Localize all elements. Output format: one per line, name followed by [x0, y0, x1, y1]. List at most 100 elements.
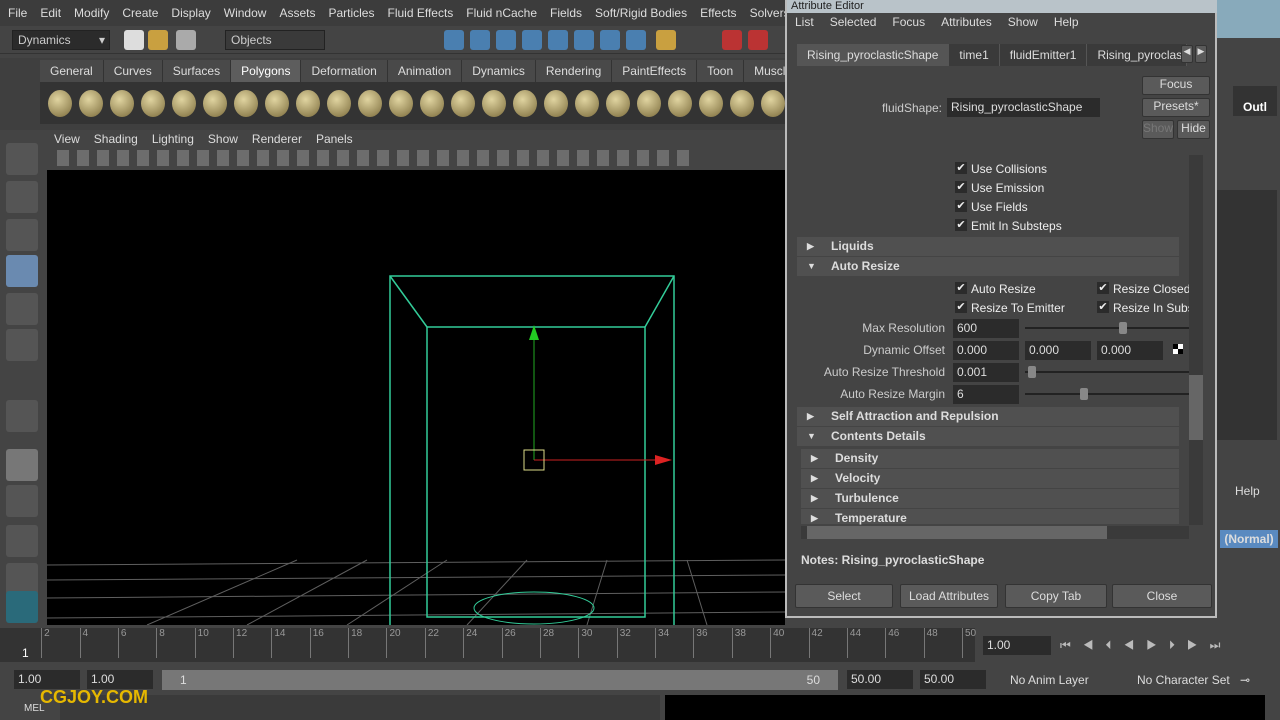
- select-tool-icon[interactable]: [6, 143, 38, 175]
- ae-menu-selected[interactable]: Selected: [830, 15, 877, 29]
- shelf-tab-general[interactable]: General: [40, 60, 104, 82]
- 3d-viewport[interactable]: [47, 170, 785, 625]
- load-attributes-button[interactable]: Load Attributes: [900, 584, 998, 608]
- new-scene-icon[interactable]: [124, 30, 144, 50]
- panel-menu-renderer[interactable]: Renderer: [252, 132, 302, 146]
- playback-controls[interactable]: ⏮◀⏴◀▶⏵▶⏭: [1060, 638, 1232, 653]
- channel-list[interactable]: [1217, 190, 1277, 440]
- section-density[interactable]: Density: [801, 449, 1179, 468]
- focus-button[interactable]: Focus: [1142, 76, 1210, 95]
- dynamic-offset-y-field[interactable]: 0.000: [1025, 341, 1091, 360]
- presets-button[interactable]: Presets*: [1142, 98, 1210, 117]
- poly-tool-icon[interactable]: [296, 89, 320, 117]
- poly-tool-icon[interactable]: [327, 89, 351, 117]
- ae-tab[interactable]: Rising_pyroclasticShape: [797, 44, 950, 66]
- poly-tool-icon[interactable]: [451, 89, 475, 117]
- show-button[interactable]: Show: [1142, 120, 1174, 139]
- threshold-field[interactable]: 0.001: [953, 363, 1019, 382]
- emit-in-substeps-checkbox[interactable]: Emit In Substeps: [955, 219, 1062, 233]
- vertical-scrollbar[interactable]: [1189, 155, 1203, 525]
- layout-single-icon[interactable]: [6, 449, 38, 481]
- tab-scroll-left-button[interactable]: ◀: [1181, 45, 1193, 63]
- panel-menu-view[interactable]: View: [54, 132, 80, 146]
- dynamics-icon[interactable]: [574, 30, 594, 50]
- menu-file[interactable]: File: [8, 6, 27, 20]
- poly-tool-icon[interactable]: [234, 89, 258, 117]
- auto-resize-checkbox[interactable]: Auto Resize: [955, 282, 1036, 296]
- close-button[interactable]: Close: [1112, 584, 1212, 608]
- anim-layer-dropdown[interactable]: No Anim Layer: [1010, 673, 1089, 687]
- shelf-tab-rendering[interactable]: Rendering: [535, 60, 613, 82]
- end-time-field[interactable]: 50.00: [920, 670, 986, 689]
- use-emission-checkbox[interactable]: Use Emission: [955, 181, 1044, 195]
- shelf-tab-painteffects[interactable]: PaintEffects: [612, 60, 698, 82]
- section-auto-resize[interactable]: Auto Resize: [797, 257, 1179, 276]
- ae-menu-show[interactable]: Show: [1008, 15, 1038, 29]
- shelf-tab-deformation[interactable]: Deformation: [301, 60, 388, 82]
- map-button-icon[interactable]: [1173, 344, 1183, 354]
- poly-tool-icon[interactable]: [48, 89, 72, 117]
- current-time-field[interactable]: 1.00: [983, 636, 1051, 655]
- poly-tool-icon[interactable]: [141, 89, 165, 117]
- snap-grid-icon[interactable]: [722, 30, 742, 50]
- poly-tool-icon[interactable]: [730, 89, 754, 117]
- panel-menu-show[interactable]: Show: [208, 132, 238, 146]
- lock-icon[interactable]: [656, 30, 676, 50]
- node-name-field[interactable]: Rising_pyroclasticShape: [947, 98, 1100, 117]
- menu-edit[interactable]: Edit: [40, 6, 61, 20]
- shelf-tab-surfaces[interactable]: Surfaces: [162, 60, 232, 82]
- resize-in-substeps-checkbox[interactable]: Resize In Subste: [1097, 301, 1189, 315]
- save-icon[interactable]: [176, 30, 196, 50]
- menu-create[interactable]: Create: [122, 6, 158, 20]
- use-collisions-checkbox[interactable]: Use Collisions: [955, 162, 1047, 176]
- poly-tool-icon[interactable]: [761, 89, 785, 117]
- ae-tab[interactable]: Rising_pyroclasticSh: [1087, 44, 1188, 66]
- ae-menu-help[interactable]: Help: [1054, 15, 1079, 29]
- scale-tool-icon[interactable]: [6, 329, 38, 361]
- curve-icon[interactable]: [496, 30, 516, 50]
- render-icon[interactable]: [600, 30, 620, 50]
- outliner-button[interactable]: Outl: [1233, 86, 1277, 116]
- poly-tool-icon[interactable]: [358, 89, 382, 117]
- window-titlebar[interactable]: Attribute Editor: [787, 0, 1217, 13]
- layout-outliner-icon[interactable]: [6, 525, 38, 557]
- snap-curve-icon[interactable]: [748, 30, 768, 50]
- menu-effects[interactable]: Effects: [700, 6, 736, 20]
- shelf-tab-toon[interactable]: Toon: [697, 60, 745, 82]
- select-by-type-icon[interactable]: [444, 30, 464, 50]
- shelf-tab-curves[interactable]: Curves: [103, 60, 163, 82]
- menu-window[interactable]: Window: [224, 6, 267, 20]
- poly-tool-icon[interactable]: [606, 89, 630, 117]
- component-icon[interactable]: [470, 30, 490, 50]
- ae-menu-focus[interactable]: Focus: [892, 15, 925, 29]
- poly-tool-icon[interactable]: [420, 89, 444, 117]
- margin-slider[interactable]: [1025, 388, 1189, 400]
- copy-tab-button[interactable]: Copy Tab: [1005, 584, 1107, 608]
- poly-tool-icon[interactable]: [172, 89, 196, 117]
- range-slider[interactable]: 1 50: [162, 670, 838, 690]
- poly-tool-icon[interactable]: [203, 89, 227, 117]
- help-menu[interactable]: Help: [1235, 484, 1260, 498]
- layout-custom-icon[interactable]: [6, 591, 38, 623]
- menu-fields[interactable]: Fields: [550, 6, 582, 20]
- dynamic-offset-x-field[interactable]: 0.000: [953, 341, 1019, 360]
- move-tool-icon[interactable]: [6, 255, 38, 287]
- menu-display[interactable]: Display: [171, 6, 210, 20]
- time-slider[interactable]: 1 2 4 6 8 10 12 14 16 18 20 22 24 26 28 30 32 34 36 38 40 42…: [0, 628, 976, 662]
- max-resolution-field[interactable]: 600: [953, 319, 1019, 338]
- poly-tool-icon[interactable]: [575, 89, 599, 117]
- poly-tool-icon[interactable]: [544, 89, 568, 117]
- shelf-tab-polygons[interactable]: Polygons: [231, 60, 302, 82]
- select-button[interactable]: Select: [795, 584, 893, 608]
- horizontal-scrollbar[interactable]: [801, 526, 1189, 539]
- slider-thumb[interactable]: [1118, 322, 1127, 334]
- layer-mode-badge[interactable]: (Normal): [1220, 530, 1278, 548]
- lasso-tool-icon[interactable]: [6, 181, 38, 213]
- slider-thumb[interactable]: [1028, 366, 1037, 378]
- layout-four-icon[interactable]: [6, 485, 38, 517]
- fluid-emitter[interactable]: [473, 591, 595, 625]
- poly-tool-icon[interactable]: [389, 89, 413, 117]
- section-liquids[interactable]: Liquids: [797, 237, 1179, 256]
- paint-tool-icon[interactable]: [6, 219, 38, 251]
- section-temperature[interactable]: Temperature: [801, 509, 1179, 528]
